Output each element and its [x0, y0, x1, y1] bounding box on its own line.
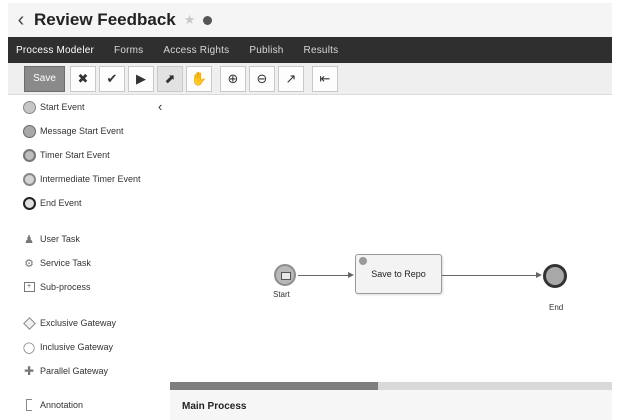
arrowhead-icon — [348, 272, 354, 278]
palette-item-intermediate-timer-event[interactable]: Intermediate Timer Event — [22, 172, 141, 186]
end-event-label: End — [549, 303, 564, 312]
annotation-icon — [22, 398, 36, 412]
check-icon[interactable]: ✔ — [99, 65, 125, 92]
palette-item-sub-process[interactable]: + Sub-process — [22, 280, 91, 294]
exclusive-gateway-icon — [22, 316, 36, 330]
fit-icon[interactable]: ↗ — [278, 65, 304, 92]
palette-item-exclusive-gateway[interactable]: Exclusive Gateway — [22, 316, 116, 330]
intermediate-timer-icon — [22, 172, 36, 186]
palette-item-start-event[interactable]: Start Event — [22, 100, 85, 114]
service-task-icon: ⚙ — [24, 257, 34, 270]
tab-process-modeler[interactable]: Process Modeler — [16, 45, 94, 56]
task-save-to-repo[interactable]: Save to Repo — [355, 254, 442, 294]
zoom-in-icon[interactable]: ⊕ — [220, 65, 246, 92]
diagram-canvas[interactable] — [170, 96, 612, 380]
palette-item-inclusive-gateway[interactable]: ◯ Inclusive Gateway — [22, 340, 113, 354]
start-event-icon — [22, 100, 36, 114]
end-event-node[interactable] — [543, 264, 567, 288]
inclusive-gateway-icon: ◯ — [22, 341, 36, 354]
tab-results[interactable]: Results — [304, 45, 339, 56]
start-event-node[interactable] — [274, 264, 296, 286]
task-label: Save to Repo — [371, 269, 426, 279]
modeler-toolbar: Save ✖ ✔ ▶ ⬈ ✋ ⊕ ⊖ ↗ ⇤ — [8, 63, 612, 95]
timer-start-icon — [22, 148, 36, 162]
title-bar: ‹ Review Feedback ★ — [8, 3, 612, 37]
palette-item-user-task[interactable]: ♟ User Task — [22, 232, 80, 246]
zoom-out-icon[interactable]: ⊖ — [249, 65, 275, 92]
tools-icon[interactable]: ✖ — [70, 65, 96, 92]
pointer-icon[interactable]: ⬈ — [157, 65, 183, 92]
service-task-icon — [359, 257, 367, 265]
sequence-flow-start-task[interactable] — [298, 275, 348, 276]
page-title: Review Feedback — [34, 10, 176, 29]
sub-process-icon: + — [22, 280, 36, 294]
export-icon[interactable]: ⇤ — [312, 65, 338, 92]
shape-palette: Start Event Message Start Event Timer St… — [22, 96, 170, 420]
end-event-icon — [22, 196, 36, 210]
hand-icon[interactable]: ✋ — [186, 65, 212, 92]
sequence-flow-task-end[interactable] — [442, 275, 536, 276]
palette-item-end-event[interactable]: End Event — [22, 196, 82, 210]
star-icon[interactable]: ★ — [184, 12, 196, 28]
top-nav: Process Modeler Forms Access Rights Publ… — [8, 37, 612, 63]
tab-access-rights[interactable]: Access Rights — [163, 45, 229, 56]
user-task-icon: ♟ — [24, 233, 34, 246]
palette-item-message-start-event[interactable]: Message Start Event — [22, 124, 124, 138]
panel-resize-bar[interactable] — [170, 382, 612, 390]
palette-item-annotation[interactable]: Annotation — [22, 398, 83, 412]
collapse-palette-chevron-icon[interactable]: ‹ — [158, 99, 162, 114]
message-start-icon — [22, 124, 36, 138]
save-button[interactable]: Save — [24, 65, 65, 92]
status-dot-icon — [203, 15, 213, 25]
start-event-label: Start — [273, 290, 290, 299]
back-chevron-icon[interactable]: ‹ — [8, 9, 34, 32]
properties-panel-title: Main Process — [182, 401, 247, 412]
panel-resize-bar-fill — [170, 382, 378, 390]
tab-forms[interactable]: Forms — [114, 45, 143, 56]
palette-item-service-task[interactable]: ⚙ Service Task — [22, 256, 91, 270]
arrowhead-icon — [536, 272, 542, 278]
tab-publish[interactable]: Publish — [249, 45, 283, 56]
palette-item-parallel-gateway[interactable]: ✚ Parallel Gateway — [22, 364, 108, 378]
parallel-gateway-icon: ✚ — [23, 364, 35, 378]
palette-item-timer-start-event[interactable]: Timer Start Event — [22, 148, 110, 162]
play-icon[interactable]: ▶ — [128, 65, 154, 92]
